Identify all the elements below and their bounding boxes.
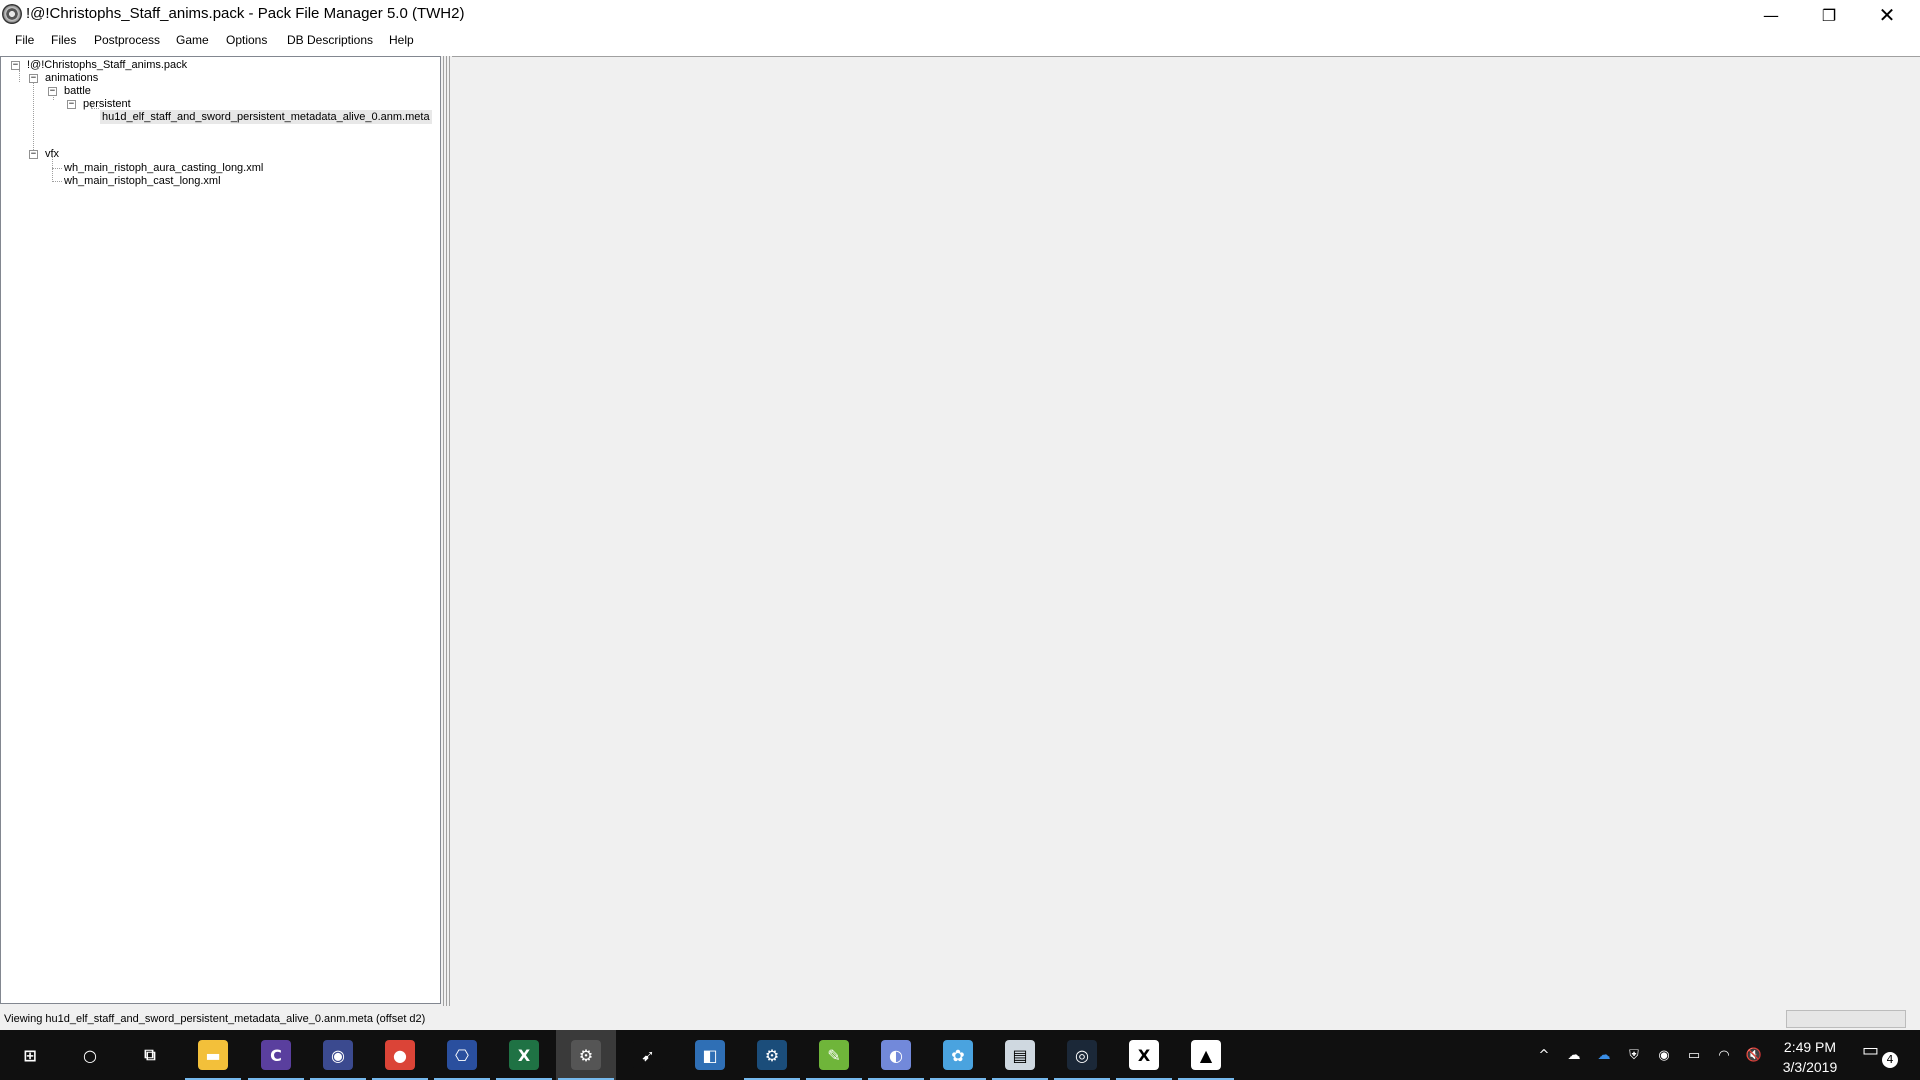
clock-time: 2:49 PM	[1783, 1039, 1837, 1055]
wand-app-icon[interactable]: ➹	[618, 1030, 678, 1080]
pack-file-manager-icon[interactable]: ⚙	[556, 1030, 616, 1080]
photos-icon-glyph: ▲	[1191, 1040, 1221, 1070]
steam-icon-glyph: ◎	[1067, 1040, 1097, 1070]
cortana-icon[interactable]: ○	[60, 1030, 120, 1080]
menu-options[interactable]: Options	[226, 33, 267, 47]
task-view-icon[interactable]: ⧉	[120, 1030, 180, 1080]
start-icon-glyph: ⊞	[15, 1040, 45, 1070]
start-icon[interactable]: ⊞	[0, 1030, 60, 1080]
apps-store-icon[interactable]: ◧	[680, 1030, 740, 1080]
security-app-icon-glyph: ◉	[323, 1040, 353, 1070]
status-text: Viewing hu1d_elf_staff_and_sword_persist…	[4, 1013, 426, 1025]
paint-icon[interactable]: ✿	[928, 1030, 988, 1080]
tree-node-vfx-file[interactable]: wh_main_ristoph_aura_casting_long.xml	[64, 161, 263, 175]
menu-files[interactable]: Files	[51, 33, 76, 47]
tree-node-root[interactable]: !@!Christophs_Staff_anims.pack	[27, 58, 187, 72]
tree-node-persistent[interactable]: persistent	[83, 97, 131, 111]
window-title: !@!Christophs_Staff_anims.pack - Pack Fi…	[26, 5, 465, 22]
notepad-icon-glyph: ✎	[819, 1040, 849, 1070]
tree-node-battle[interactable]: battle	[64, 84, 91, 98]
xd-app-icon[interactable]: X	[1114, 1030, 1174, 1080]
minimize-button[interactable]: —	[1742, 0, 1800, 30]
onedrive-business-icon[interactable]: ☁	[1594, 1045, 1614, 1065]
network-app-icon-glyph: ⎔	[447, 1040, 477, 1070]
clock-date: 3/3/2019	[1782, 1059, 1838, 1075]
battery-icon[interactable]: ▭	[1684, 1045, 1704, 1065]
vpn-icon[interactable]: ◉	[1654, 1045, 1674, 1065]
clion-icon-glyph: C	[261, 1040, 291, 1070]
action-center-icon[interactable]: ▭ 4	[1862, 1040, 1902, 1070]
chrome-icon[interactable]: ●	[370, 1030, 430, 1080]
discord-icon-glyph: ◐	[881, 1040, 911, 1070]
xd-app-icon-glyph: X	[1129, 1040, 1159, 1070]
task-view-icon-glyph: ⧉	[135, 1040, 165, 1070]
tree-node-animations[interactable]: animations	[45, 71, 98, 85]
steam-gear-icon-glyph: ⚙	[757, 1040, 787, 1070]
security-app-icon[interactable]: ◉	[308, 1030, 368, 1080]
title-bar[interactable]: !@!Christophs_Staff_anims.pack - Pack Fi…	[0, 0, 1920, 30]
tree-expander[interactable]: −	[48, 87, 57, 96]
tree-connector	[52, 181, 62, 182]
menu-file[interactable]: File	[15, 33, 34, 47]
menu-db-descriptions[interactable]: DB Descriptions	[287, 33, 373, 47]
chart-app-icon[interactable]: ▤	[990, 1030, 1050, 1080]
paint-icon-glyph: ✿	[943, 1040, 973, 1070]
pack-file-tree[interactable]: − !@!Christophs_Staff_anims.pack − anima…	[0, 56, 441, 1004]
status-bar: Viewing hu1d_elf_staff_and_sword_persist…	[0, 1009, 1920, 1030]
tree-node-vfx-file[interactable]: wh_main_ristoph_cast_long.xml	[64, 174, 221, 188]
steam-gear-icon[interactable]: ⚙	[742, 1030, 802, 1080]
tree-connector	[19, 70, 20, 82]
menu-help[interactable]: Help	[389, 33, 414, 47]
tree-expander[interactable]: −	[11, 61, 20, 70]
tree-expander[interactable]: −	[29, 74, 38, 83]
notepad-icon[interactable]: ✎	[804, 1030, 864, 1080]
tree-expander[interactable]: −	[67, 100, 76, 109]
steam-icon[interactable]: ◎	[1052, 1030, 1112, 1080]
discord-icon[interactable]: ◐	[866, 1030, 926, 1080]
menu-postprocess[interactable]: Postprocess	[94, 33, 160, 47]
notification-glyph: ▭	[1862, 1040, 1880, 1061]
photos-icon[interactable]: ▲	[1176, 1030, 1236, 1080]
status-progress-bar	[1786, 1010, 1906, 1028]
system-clock[interactable]: 2:49 PM 3/3/2019	[1770, 1037, 1850, 1077]
close-button[interactable]: ✕	[1858, 0, 1916, 30]
taskbar: ⊞ ○ ⧉ ▬ C ◉ ● ⎔ X ⚙ ➹ ◧ ⚙ ✎ ◐ ✿ ▤ ◎ X ▲ ^ ☁ ☁ ⛨ ◉ ▭ ◠ 🔇 2:4…	[0, 1030, 1920, 1080]
menu-bar: File Files Postprocess Game Options DB D…	[0, 30, 1920, 52]
network-app-icon[interactable]: ⎔	[432, 1030, 492, 1080]
file-explorer-icon[interactable]: ▬	[183, 1030, 243, 1080]
defender-icon[interactable]: ⛨	[1624, 1045, 1644, 1065]
apps-store-icon-glyph: ◧	[695, 1040, 725, 1070]
pfm-gear-icon[interactable]	[2, 4, 22, 24]
content-panel	[452, 56, 1920, 1008]
excel-icon[interactable]: X	[494, 1030, 554, 1080]
app-window: !@!Christophs_Staff_anims.pack - Pack Fi…	[0, 0, 1920, 1030]
pack-file-manager-icon-glyph: ⚙	[571, 1040, 601, 1070]
main-area: − !@!Christophs_Staff_anims.pack − anima…	[0, 56, 1920, 1009]
tree-expander[interactable]: −	[29, 150, 38, 159]
notification-count-badge: 4	[1882, 1052, 1898, 1068]
wifi-icon[interactable]: ◠	[1714, 1045, 1734, 1065]
tree-node-selected-file[interactable]: hu1d_elf_staff_and_sword_persistent_meta…	[100, 110, 432, 124]
file-explorer-icon-glyph: ▬	[198, 1040, 228, 1070]
cortana-icon-glyph: ○	[75, 1040, 105, 1070]
maximize-button[interactable]: ❐	[1800, 0, 1858, 30]
wand-app-icon-glyph: ➹	[633, 1040, 663, 1070]
tree-node-vfx[interactable]: vfx	[45, 147, 59, 161]
onedrive-icon[interactable]: ☁	[1564, 1045, 1584, 1065]
excel-icon-glyph: X	[509, 1040, 539, 1070]
tree-connector	[33, 74, 34, 154]
tree-connector	[52, 168, 62, 169]
tray-chevron-icon[interactable]: ^	[1534, 1045, 1554, 1065]
panel-splitter[interactable]	[443, 56, 451, 1006]
chart-app-icon-glyph: ▤	[1005, 1040, 1035, 1070]
volume-muted-icon[interactable]: 🔇	[1744, 1045, 1764, 1065]
clion-icon[interactable]: C	[246, 1030, 306, 1080]
chrome-icon-glyph: ●	[385, 1040, 415, 1070]
menu-game[interactable]: Game	[176, 33, 209, 47]
